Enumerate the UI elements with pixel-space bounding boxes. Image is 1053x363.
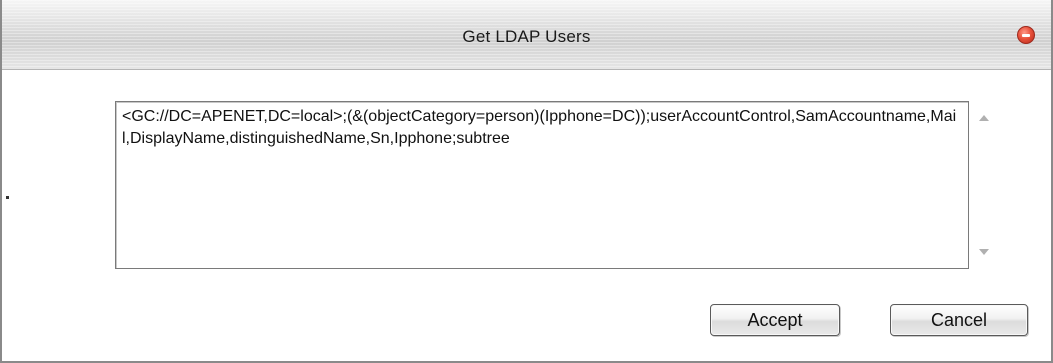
accept-button[interactable]: Accept (710, 304, 840, 336)
ldap-query-textarea[interactable]: <GC://DC=APENET,DC=local>;(&(objectCateg… (115, 101, 969, 269)
title-bar[interactable]: Get LDAP Users (2, 0, 1051, 70)
scroll-down-arrow-icon[interactable] (979, 249, 989, 255)
ldap-dialog: Get LDAP Users <GC://DC=APENET,DC=local>… (0, 0, 1053, 363)
dialog-title: Get LDAP Users (462, 27, 591, 46)
close-icon[interactable] (1017, 26, 1035, 44)
scroll-up-arrow-icon[interactable] (979, 115, 989, 121)
cancel-button[interactable]: Cancel (890, 304, 1028, 336)
query-scrollbar[interactable] (973, 101, 995, 269)
edge-mark (6, 196, 9, 199)
